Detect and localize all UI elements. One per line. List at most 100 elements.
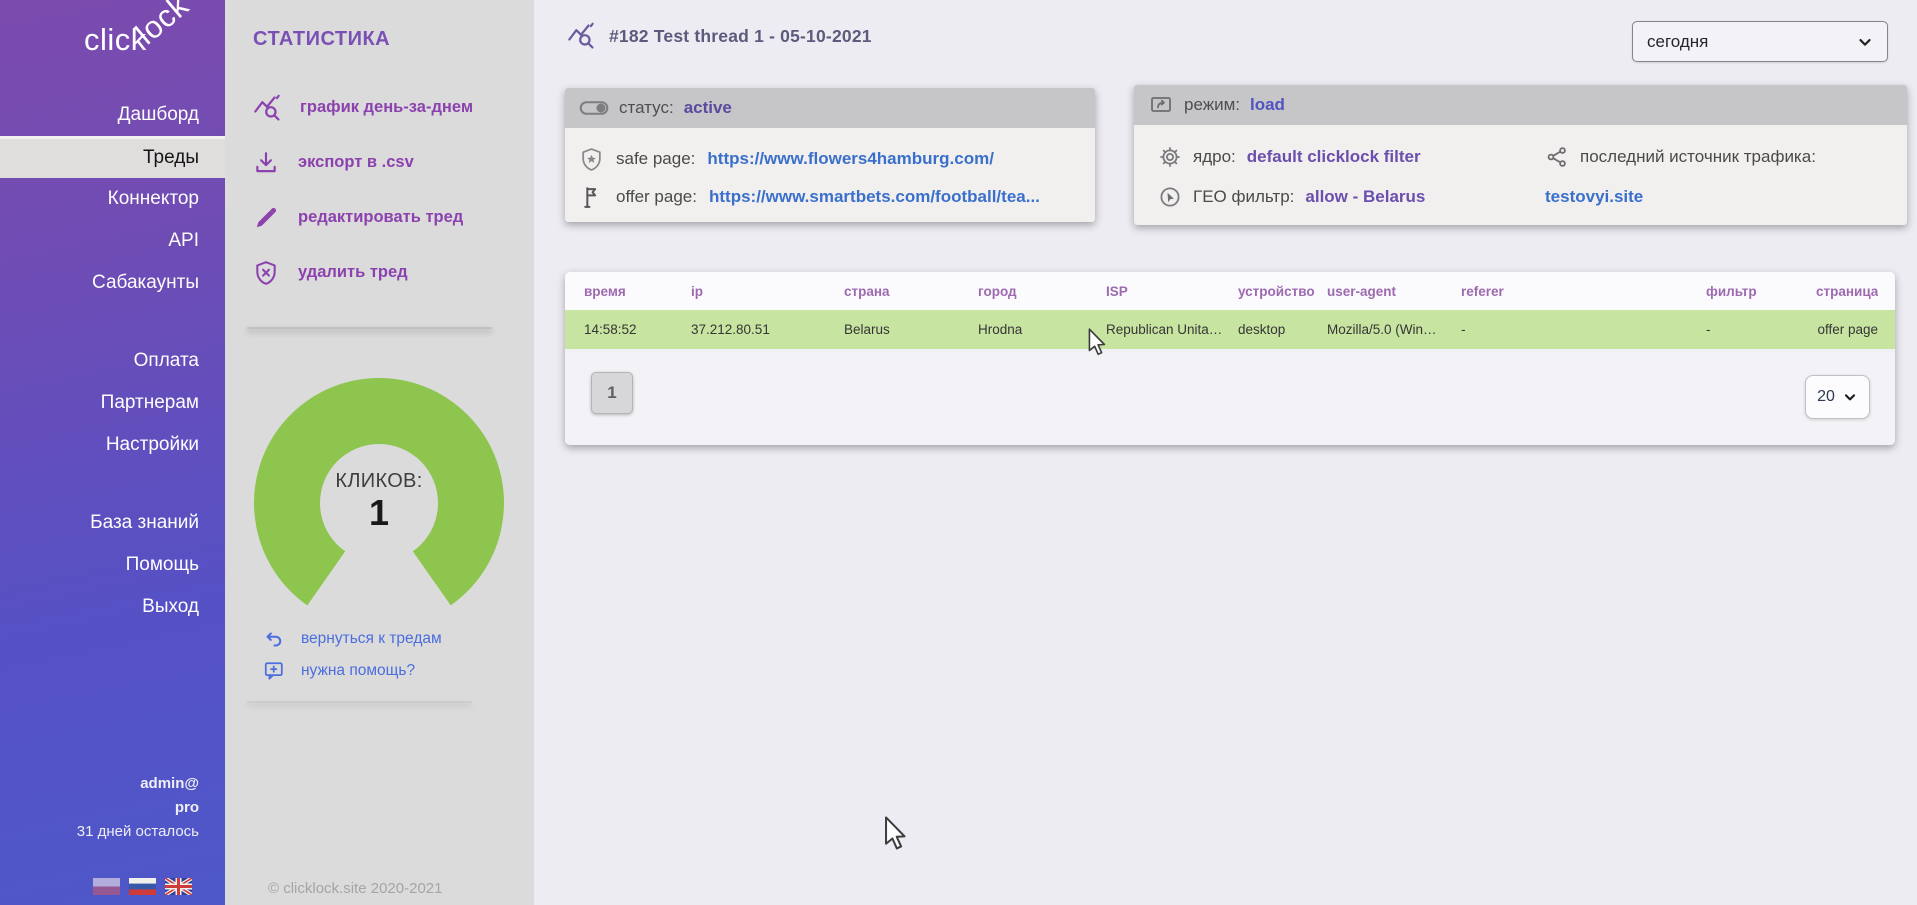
page-size-value: 20 [1817, 388, 1835, 406]
column-header-city: город [978, 284, 1106, 299]
column-header-referer: referer [1461, 284, 1706, 299]
mode-label: режим: [1184, 95, 1240, 115]
sidebar-item-connector[interactable]: Коннектор [0, 178, 225, 220]
chart-search-icon [565, 22, 597, 50]
cell-referer: - [1461, 322, 1706, 337]
sidebar: click lock Дашборд Треды Коннектор API С… [0, 0, 225, 905]
statistics-actions: график день-за-днем экспорт в .csv редак… [225, 80, 534, 300]
toggle-on-icon [579, 97, 609, 119]
english-flag-icon[interactable] [165, 878, 192, 895]
mouse-cursor [883, 816, 909, 853]
thread-title-row: #182 Test thread 1 - 05-10-2021 [565, 22, 872, 50]
table-pagination: 1 20 [565, 352, 1895, 445]
action-label: экспорт в .csv [298, 153, 414, 172]
gear-icon [1158, 145, 1182, 169]
need-help-link[interactable]: нужна помощь? [225, 655, 534, 687]
mode-card-body: ядро: default clicklock filter ГЕО фильт… [1134, 125, 1907, 225]
user-email: admin@ [77, 772, 199, 796]
chevron-down-icon [1842, 389, 1858, 405]
status-card: статус: active safe page: https://www.fl… [565, 88, 1095, 222]
gauge-value: 1 [254, 493, 504, 533]
sidebar-item-subaccounts[interactable]: Сабакаунты [0, 262, 225, 304]
action-label: удалить тред [298, 263, 408, 282]
sidebar-menu: Дашборд Треды Коннектор API Сабакаунты О… [0, 94, 225, 628]
delete-thread-button[interactable]: удалить тред [225, 245, 534, 300]
menu-spacer [0, 304, 225, 340]
safe-page-link[interactable]: https://www.flowers4hamburg.com/ [707, 149, 994, 169]
clicks-table-card: время ip страна город ISP устройство use… [565, 272, 1895, 445]
back-to-threads-link[interactable]: вернуться к тредам [225, 623, 534, 655]
table-header-row: время ip страна город ISP устройство use… [565, 272, 1895, 310]
action-label: редактировать тред [298, 208, 463, 227]
column-header-country: страна [844, 284, 978, 299]
action-label: график день-за-днем [300, 98, 473, 117]
cell-user-agent: Mozilla/5.0 (Win… [1327, 322, 1461, 337]
language-switcher [93, 878, 192, 895]
cell-page: offer page [1816, 322, 1878, 337]
period-select[interactable]: сегодня [1632, 21, 1888, 62]
user-plan-badge: pro [77, 796, 199, 820]
column-header-device: устройство [1238, 284, 1327, 299]
mode-value: load [1250, 95, 1285, 115]
column-header-page: страница [1816, 284, 1878, 299]
export-csv-button[interactable]: экспорт в .csv [225, 135, 534, 190]
sidebar-item-dashboard[interactable]: Дашборд [0, 94, 225, 136]
status-label: статус: [619, 98, 674, 118]
traffic-source-link[interactable]: testovyi.site [1545, 187, 1643, 207]
traffic-source-link-row: testovyi.site [1545, 177, 1816, 217]
geo-filter-row: ГЕО фильтр: allow - Belarus [1158, 177, 1425, 217]
cell-device: desktop [1238, 322, 1327, 337]
menu-spacer [0, 466, 225, 502]
sidebar-item-api[interactable]: API [0, 220, 225, 262]
cell-filter: - [1706, 322, 1816, 337]
page-1-button[interactable]: 1 [591, 372, 633, 414]
mode-right-column: последний источник трафика: testovyi.sit… [1545, 137, 1816, 217]
download-icon [253, 150, 279, 176]
sidebar-item-logout[interactable]: Выход [0, 586, 225, 628]
status-card-body: safe page: https://www.flowers4hamburg.c… [565, 128, 1095, 216]
screen-share-icon [1148, 93, 1174, 117]
chevron-down-icon [1856, 33, 1874, 51]
edit-thread-button[interactable]: редактировать тред [225, 190, 534, 245]
cell-city: Hrodna [978, 322, 1106, 337]
sidebar-item-help[interactable]: Помощь [0, 544, 225, 586]
column-header-time: время [584, 284, 691, 299]
link-label: вернуться к тредам [301, 630, 442, 648]
cell-time: 14:58:52 [584, 322, 691, 337]
mode-card-header: режим: load [1134, 85, 1907, 125]
geo-filter-value: allow - Belarus [1305, 187, 1425, 207]
russian-flag-icon[interactable] [129, 878, 156, 895]
statistics-title: СТАТИСТИКА [253, 28, 390, 51]
shield-x-icon [253, 260, 279, 286]
clicklock-logo[interactable]: click lock [0, 0, 225, 80]
message-plus-icon [263, 660, 285, 682]
link-label: нужна помощь? [301, 662, 415, 680]
statistics-links: вернуться к тредам нужна помощь? [225, 623, 534, 687]
cell-country: Belarus [844, 322, 978, 337]
share-nodes-icon [1545, 145, 1569, 169]
app-root: click lock Дашборд Треды Коннектор API С… [0, 0, 1917, 905]
sidebar-item-threads[interactable]: Треды [0, 136, 225, 178]
table-row[interactable]: 14:58:52 37.212.80.51 Belarus Hrodna Rep… [565, 310, 1895, 352]
mode-left-column: ядро: default clicklock filter ГЕО фильт… [1158, 137, 1425, 217]
safe-page-row: safe page: https://www.flowers4hamburg.c… [579, 140, 1095, 178]
sidebar-item-partners[interactable]: Партнерам [0, 382, 225, 424]
traffic-source-row: последний источник трафика: [1545, 137, 1816, 177]
page-title: #182 Test thread 1 - 05-10-2021 [609, 26, 872, 47]
page-size-select[interactable]: 20 [1805, 375, 1870, 419]
polish-flag-icon[interactable] [93, 878, 120, 895]
cell-ip: 37.212.80.51 [691, 322, 844, 337]
section-divider [247, 701, 472, 703]
copyright-footer: © clicklock.site 2020-2021 [268, 880, 442, 897]
offer-page-link[interactable]: https://www.smartbets.com/football/tea..… [709, 187, 1040, 207]
sidebar-item-knowledge-base[interactable]: База знаний [0, 502, 225, 544]
day-by-day-chart-button[interactable]: график день-за-днем [225, 80, 534, 135]
column-header-isp: ISP [1106, 284, 1238, 299]
chart-search-icon [253, 94, 281, 122]
sidebar-item-payment[interactable]: Оплата [0, 340, 225, 382]
status-value: active [684, 98, 732, 118]
sidebar-item-settings[interactable]: Настройки [0, 424, 225, 466]
offer-page-row: offer page: https://www.smartbets.com/fo… [579, 178, 1095, 216]
gauge-text: КЛИКОВ: 1 [254, 470, 504, 533]
shield-star-icon [579, 147, 604, 172]
